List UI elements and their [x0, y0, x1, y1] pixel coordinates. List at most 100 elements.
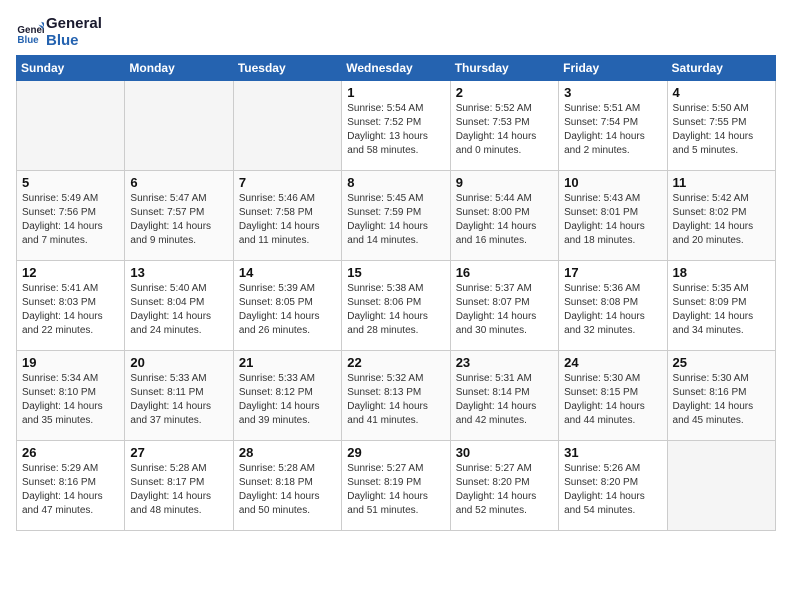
svg-text:Blue: Blue: [17, 34, 39, 45]
day-number: 19: [22, 355, 119, 370]
calendar-cell: [233, 81, 341, 171]
day-detail: Sunrise: 5:41 AM Sunset: 8:03 PM Dayligh…: [22, 282, 119, 338]
calendar-cell: 8 Sunrise: 5:45 AM Sunset: 7:59 PM Daylig…: [342, 171, 450, 261]
calendar-cell: 10Sunrise: 5:43 AM Sunset: 8:01 PM Dayli…: [559, 171, 667, 261]
calendar-cell: 16 Sunrise: 5:37 AM Sunset: 8:07 PM Dayli…: [450, 261, 558, 351]
col-header-wednesday: Wednesday: [342, 56, 450, 81]
calendar-cell: [17, 81, 125, 171]
day-number: 5: [22, 175, 119, 190]
calendar-cell: 30Sunrise: 5:27 AM Sunset: 8:20 PM Dayli…: [450, 441, 558, 531]
day-number: 22: [347, 355, 444, 370]
week-row-1: 1 Sunrise: 5:54 AM Sunset: 7:52 PM Daylig…: [17, 81, 776, 171]
day-detail: Sunrise: 5:39 AM Sunset: 8:05 PM Dayligh…: [239, 282, 336, 338]
day-number: 1: [347, 85, 444, 100]
day-number: 20: [130, 355, 227, 370]
day-number: 8: [347, 175, 444, 190]
day-number: 18: [673, 265, 770, 280]
calendar-cell: 13 Sunrise: 5:40 AM Sunset: 8:04 PM Dayli…: [125, 261, 233, 351]
day-detail: Sunrise: 5:33 AM Sunset: 8:12 PM Dayligh…: [239, 372, 336, 428]
calendar-cell: 12 Sunrise: 5:41 AM Sunset: 8:03 PM Dayli…: [17, 261, 125, 351]
calendar-cell: 11Sunrise: 5:42 AM Sunset: 8:02 PM Dayli…: [667, 171, 775, 261]
logo: General Blue General Blue: [16, 16, 102, 49]
calendar-cell: [125, 81, 233, 171]
day-detail: Sunrise: 5:36 AM Sunset: 8:08 PM Dayligh…: [564, 282, 661, 338]
week-row-5: 26 Sunrise: 5:29 AM Sunset: 8:16 PM Dayli…: [17, 441, 776, 531]
day-number: 16: [456, 265, 553, 280]
day-detail: Sunrise: 5:45 AM Sunset: 7:59 PM Dayligh…: [347, 192, 444, 248]
day-detail: Sunrise: 5:35 AM Sunset: 8:09 PM Dayligh…: [673, 282, 770, 338]
col-header-sunday: Sunday: [17, 56, 125, 81]
day-number: 6: [130, 175, 227, 190]
calendar-header-row: SundayMondayTuesdayWednesdayThursdayFrid…: [17, 56, 776, 81]
day-detail: Sunrise: 5:30 AM Sunset: 8:15 PM Dayligh…: [564, 372, 661, 428]
calendar-cell: 26 Sunrise: 5:29 AM Sunset: 8:16 PM Dayli…: [17, 441, 125, 531]
day-number: 2: [456, 85, 553, 100]
calendar-cell: 23 Sunrise: 5:31 AM Sunset: 8:14 PM Dayli…: [450, 351, 558, 441]
day-detail: Sunrise: 5:26 AM Sunset: 8:20 PM Dayligh…: [564, 462, 661, 518]
week-row-3: 12 Sunrise: 5:41 AM Sunset: 8:03 PM Dayli…: [17, 261, 776, 351]
day-number: 15: [347, 265, 444, 280]
day-number: 10: [564, 175, 661, 190]
week-row-2: 5 Sunrise: 5:49 AM Sunset: 7:56 PM Daylig…: [17, 171, 776, 261]
day-number: 14: [239, 265, 336, 280]
col-header-saturday: Saturday: [667, 56, 775, 81]
day-number: 27: [130, 445, 227, 460]
col-header-tuesday: Tuesday: [233, 56, 341, 81]
calendar-cell: 28Sunrise: 5:28 AM Sunset: 8:18 PM Dayli…: [233, 441, 341, 531]
day-detail: Sunrise: 5:52 AM Sunset: 7:53 PM Dayligh…: [456, 102, 553, 158]
week-row-4: 19Sunrise: 5:34 AM Sunset: 8:10 PM Dayli…: [17, 351, 776, 441]
day-detail: Sunrise: 5:31 AM Sunset: 8:14 PM Dayligh…: [456, 372, 553, 428]
calendar-cell: 24 Sunrise: 5:30 AM Sunset: 8:15 PM Dayli…: [559, 351, 667, 441]
day-number: 12: [22, 265, 119, 280]
day-number: 13: [130, 265, 227, 280]
calendar-cell: 25 Sunrise: 5:30 AM Sunset: 8:16 PM Dayli…: [667, 351, 775, 441]
calendar-cell: 7Sunrise: 5:46 AM Sunset: 7:58 PM Daylig…: [233, 171, 341, 261]
calendar-cell: 15Sunrise: 5:38 AM Sunset: 8:06 PM Dayli…: [342, 261, 450, 351]
day-detail: Sunrise: 5:29 AM Sunset: 8:16 PM Dayligh…: [22, 462, 119, 518]
day-detail: Sunrise: 5:54 AM Sunset: 7:52 PM Dayligh…: [347, 102, 444, 158]
calendar-cell: 29 Sunrise: 5:27 AM Sunset: 8:19 PM Dayli…: [342, 441, 450, 531]
calendar-cell: 17 Sunrise: 5:36 AM Sunset: 8:08 PM Dayli…: [559, 261, 667, 351]
calendar-cell: 31 Sunrise: 5:26 AM Sunset: 8:20 PM Dayli…: [559, 441, 667, 531]
day-detail: Sunrise: 5:50 AM Sunset: 7:55 PM Dayligh…: [673, 102, 770, 158]
day-number: 31: [564, 445, 661, 460]
day-detail: Sunrise: 5:51 AM Sunset: 7:54 PM Dayligh…: [564, 102, 661, 158]
day-detail: Sunrise: 5:33 AM Sunset: 8:11 PM Dayligh…: [130, 372, 227, 428]
day-detail: Sunrise: 5:42 AM Sunset: 8:02 PM Dayligh…: [673, 192, 770, 248]
calendar-cell: 9 Sunrise: 5:44 AM Sunset: 8:00 PM Daylig…: [450, 171, 558, 261]
day-number: 23: [456, 355, 553, 370]
calendar-cell: 18 Sunrise: 5:35 AM Sunset: 8:09 PM Dayli…: [667, 261, 775, 351]
calendar-cell: 20 Sunrise: 5:33 AM Sunset: 8:11 PM Dayli…: [125, 351, 233, 441]
calendar-cell: 6 Sunrise: 5:47 AM Sunset: 7:57 PM Daylig…: [125, 171, 233, 261]
calendar-cell: 5 Sunrise: 5:49 AM Sunset: 7:56 PM Daylig…: [17, 171, 125, 261]
calendar-cell: 2 Sunrise: 5:52 AM Sunset: 7:53 PM Daylig…: [450, 81, 558, 171]
calendar-table: SundayMondayTuesdayWednesdayThursdayFrid…: [16, 55, 776, 531]
calendar-cell: 27 Sunrise: 5:28 AM Sunset: 8:17 PM Dayli…: [125, 441, 233, 531]
page-header: General Blue General Blue: [16, 16, 776, 49]
day-number: 24: [564, 355, 661, 370]
calendar-cell: 19Sunrise: 5:34 AM Sunset: 8:10 PM Dayli…: [17, 351, 125, 441]
col-header-friday: Friday: [559, 56, 667, 81]
day-number: 9: [456, 175, 553, 190]
day-number: 25: [673, 355, 770, 370]
day-detail: Sunrise: 5:32 AM Sunset: 8:13 PM Dayligh…: [347, 372, 444, 428]
calendar-cell: [667, 441, 775, 531]
day-detail: Sunrise: 5:47 AM Sunset: 7:57 PM Dayligh…: [130, 192, 227, 248]
calendar-cell: 1 Sunrise: 5:54 AM Sunset: 7:52 PM Daylig…: [342, 81, 450, 171]
day-detail: Sunrise: 5:46 AM Sunset: 7:58 PM Dayligh…: [239, 192, 336, 248]
calendar-cell: 21 Sunrise: 5:33 AM Sunset: 8:12 PM Dayli…: [233, 351, 341, 441]
calendar-cell: 3 Sunrise: 5:51 AM Sunset: 7:54 PM Daylig…: [559, 81, 667, 171]
day-detail: Sunrise: 5:40 AM Sunset: 8:04 PM Dayligh…: [130, 282, 227, 338]
day-number: 29: [347, 445, 444, 460]
day-detail: Sunrise: 5:49 AM Sunset: 7:56 PM Dayligh…: [22, 192, 119, 248]
day-detail: Sunrise: 5:28 AM Sunset: 8:17 PM Dayligh…: [130, 462, 227, 518]
day-detail: Sunrise: 5:44 AM Sunset: 8:00 PM Dayligh…: [456, 192, 553, 248]
day-number: 26: [22, 445, 119, 460]
day-detail: Sunrise: 5:30 AM Sunset: 8:16 PM Dayligh…: [673, 372, 770, 428]
day-number: 3: [564, 85, 661, 100]
day-detail: Sunrise: 5:27 AM Sunset: 8:19 PM Dayligh…: [347, 462, 444, 518]
day-number: 17: [564, 265, 661, 280]
day-detail: Sunrise: 5:37 AM Sunset: 8:07 PM Dayligh…: [456, 282, 553, 338]
day-number: 21: [239, 355, 336, 370]
day-detail: Sunrise: 5:27 AM Sunset: 8:20 PM Dayligh…: [456, 462, 553, 518]
